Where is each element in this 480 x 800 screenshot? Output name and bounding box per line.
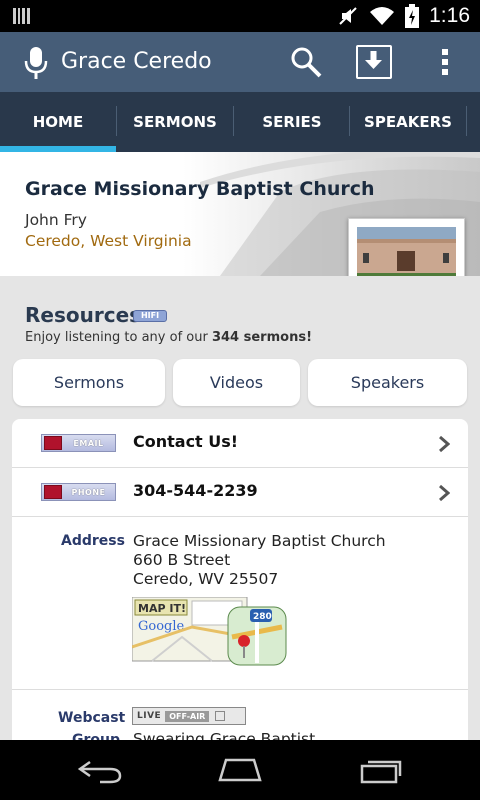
app-title: Grace Ceredo [61, 49, 212, 74]
recent-apps-icon[interactable] [356, 756, 404, 784]
contact-us-label: Contact Us! [133, 432, 239, 451]
navigation-bar [0, 740, 480, 800]
hifi-badge: HIFI [133, 310, 167, 322]
resources-subtitle: Enjoy listening to any of our 344 sermon… [25, 330, 312, 345]
church-photo[interactable] [348, 218, 465, 276]
contact-phone-row[interactable]: PHONE 304-544-2239 [12, 468, 468, 517]
resources-heading: Resources [25, 303, 142, 327]
section-divider [12, 689, 468, 690]
church-header: Grace Missionary Baptist Church John Fry… [0, 152, 480, 276]
tab-label: SPEAKERS [364, 113, 452, 131]
mute-icon [339, 7, 357, 25]
phone-number: 304-544-2239 [133, 481, 258, 500]
tab-series[interactable]: SERIES [234, 92, 350, 152]
status-clock: 1:16 [429, 4, 470, 27]
contact-card: EMAIL Contact Us! PHONE 304-544-2239 Add… [12, 419, 468, 759]
subtitle-text: Enjoy listening to any of our [25, 330, 212, 345]
tab-bar: HOME SERMONS SERIES SPEAKERS [0, 92, 480, 152]
contact-email-row[interactable]: EMAIL Contact Us! [12, 419, 468, 468]
battery-icon [405, 4, 420, 28]
download-button[interactable] [356, 45, 392, 79]
videos-button[interactable]: Videos [173, 359, 300, 406]
address-line: 660 B Street [133, 551, 231, 569]
tab-label: SERMONS [133, 113, 217, 131]
speakers-button[interactable]: Speakers [308, 359, 467, 406]
address-label: Address [61, 533, 125, 549]
phone-icon [44, 485, 62, 499]
church-name: Grace Missionary Baptist Church [25, 178, 375, 200]
tab-speakers[interactable]: SPEAKERS [350, 92, 466, 152]
chevron-right-icon [439, 484, 450, 502]
sermons-button[interactable]: Sermons [13, 359, 165, 406]
wifi-icon [370, 7, 395, 25]
phone-tag-label: PHONE [71, 487, 106, 497]
chevron-right-icon [439, 435, 450, 453]
home-icon[interactable] [216, 756, 264, 784]
barcode-notification-icon [13, 8, 30, 24]
email-tag-label: EMAIL [73, 438, 104, 448]
tab-separator [466, 106, 467, 136]
church-building-image [357, 227, 456, 276]
envelope-icon [44, 436, 62, 450]
address-line: Ceredo, WV 25507 [133, 570, 279, 588]
route-sign-label: 280 [253, 612, 272, 622]
tab-home[interactable]: HOME [0, 92, 116, 152]
webcast-status-badge[interactable]: LIVE OFF-AIR [132, 707, 246, 725]
pastor-name: John Fry [25, 211, 87, 229]
status-indicator-icon [215, 711, 226, 721]
action-bar: Grace Ceredo [0, 32, 480, 92]
phone-tag: PHONE [41, 483, 116, 501]
overflow-menu-icon[interactable] [438, 46, 452, 78]
tab-sermons[interactable]: SERMONS [117, 92, 233, 152]
live-label: LIVE [137, 711, 162, 721]
back-icon[interactable] [76, 756, 124, 784]
tab-label: HOME [32, 113, 84, 131]
map-it-label: MAP IT! [138, 602, 186, 615]
church-location: Ceredo, West Virginia [25, 232, 192, 250]
off-air-label: OFF-AIR [165, 710, 210, 722]
search-icon[interactable] [290, 46, 322, 78]
email-tag: EMAIL [41, 434, 116, 452]
map-it-button[interactable]: MAP IT! Google 280 [132, 597, 290, 667]
sermon-count: 344 sermons! [211, 330, 312, 345]
address-line: Grace Missionary Baptist Church [133, 532, 386, 550]
microphone-icon[interactable] [22, 46, 50, 80]
status-bar: 1:16 [0, 0, 480, 32]
tab-label: SERIES [262, 113, 322, 131]
webcast-label: Webcast [58, 710, 126, 726]
download-icon [365, 51, 382, 69]
